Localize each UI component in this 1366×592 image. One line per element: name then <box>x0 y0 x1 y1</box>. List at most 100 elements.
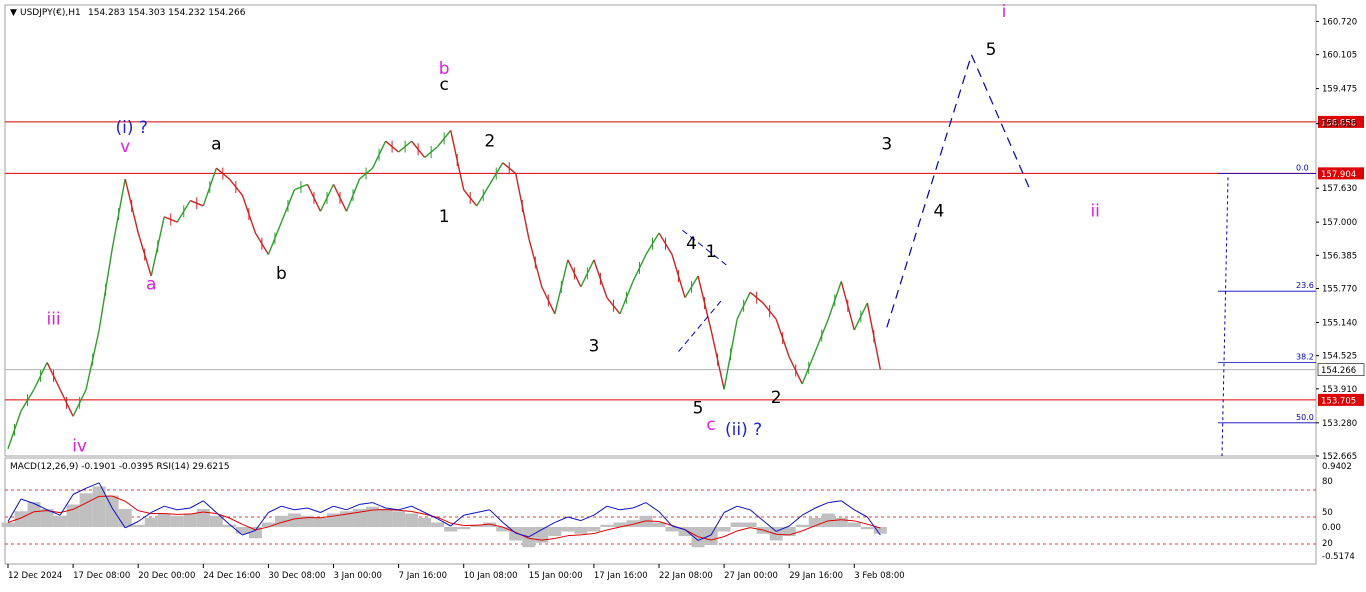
chart-canvas[interactable]: ▼ USDJPY(€),H1 154.283 154.303 154.232 1… <box>0 0 1366 588</box>
price-axis-label: 156.385 <box>1322 251 1357 261</box>
wave-label: b <box>276 264 287 284</box>
macd-histogram-bar <box>587 527 600 532</box>
time-axis-label: 22 Jan 08:00 <box>659 571 713 581</box>
chart-background <box>0 0 1366 588</box>
price-axis-label: 157.630 <box>1322 184 1357 194</box>
time-axis-label: 27 Jan 00:00 <box>724 571 778 581</box>
time-axis-label: 15 Jan 00:00 <box>529 571 583 581</box>
macd-histogram-bar <box>80 493 93 527</box>
macd-histogram-bar <box>158 514 171 528</box>
macd-histogram-bar <box>796 525 809 527</box>
macd-histogram-bar <box>744 523 757 528</box>
time-axis-label: 3 Feb 08:00 <box>854 571 904 581</box>
wave-label: c <box>439 75 448 95</box>
macd-histogram-bar <box>431 523 444 528</box>
wave-label: 1 <box>439 207 450 227</box>
macd-histogram-bar <box>210 516 223 527</box>
fib-level-label: 50.0 <box>1296 413 1314 422</box>
macd-histogram-bar <box>262 523 275 528</box>
time-axis-label: 20 Dec 00:00 <box>138 571 195 581</box>
macd-histogram-bar <box>705 527 718 545</box>
fib-level-label: 0.0 <box>1296 163 1309 172</box>
fib-level-label: 23.6 <box>1296 281 1314 290</box>
level-price-label: 153.705 <box>1321 396 1356 406</box>
macd-histogram-bar <box>731 523 744 528</box>
macd-histogram-bar <box>197 509 210 527</box>
macd-histogram-bar <box>522 527 535 547</box>
time-axis-label: 10 Jan 08:00 <box>464 571 518 581</box>
chart-window[interactable]: ▼ USDJPY(€),H1 154.283 154.303 154.232 1… <box>0 0 1366 588</box>
macd-histogram-bar <box>861 527 874 529</box>
wave-label: 5 <box>693 399 704 419</box>
wave-label: c <box>706 415 715 435</box>
wave-label: 5 <box>986 40 997 60</box>
wave-label: ii <box>1090 202 1099 222</box>
wave-label: iii <box>46 310 60 330</box>
level-price-label: 157.904 <box>1321 170 1356 180</box>
macd-histogram-bar <box>67 505 80 528</box>
time-axis-label: 29 Jan 16:00 <box>789 571 843 581</box>
macd-histogram-bar <box>574 527 587 534</box>
macd-signal-segment <box>646 521 659 522</box>
macd-histogram-bar <box>444 527 457 532</box>
indicator-axis-label: 0.00 <box>1322 523 1341 533</box>
time-axis-label: 3 Jan 00:00 <box>334 571 382 581</box>
wave-label: a <box>211 134 221 154</box>
price-axis-label: 157.000 <box>1322 218 1357 228</box>
wave-label: i <box>1002 2 1007 22</box>
macd-histogram-bar <box>835 518 848 527</box>
time-axis-label: 7 Jan 16:00 <box>399 571 447 581</box>
macd-histogram-bar <box>119 509 132 527</box>
price-axis-label: 153.910 <box>1322 385 1357 395</box>
macd-histogram-bar <box>405 514 418 528</box>
chart-ohlc: 154.283 154.303 154.232 154.266 <box>88 8 246 18</box>
indicator-axis-label: 0.9402 <box>1322 462 1352 472</box>
macd-histogram-bar <box>718 527 731 532</box>
price-axis-label: 155.140 <box>1322 318 1357 328</box>
macd-histogram-bar <box>561 527 574 532</box>
chart-header-arrow[interactable]: ▼ <box>10 8 17 18</box>
macd-histogram-bar <box>223 525 236 527</box>
price-axis-label: 158.825 <box>1322 120 1357 130</box>
time-axis-label: 12 Dec 2024 <box>8 571 62 581</box>
price-axis-label: 159.475 <box>1322 85 1357 95</box>
wave-label: 2 <box>484 132 495 152</box>
macd-histogram-bar <box>848 523 861 528</box>
macd-histogram-bar <box>314 518 327 527</box>
price-axis-label: 160.105 <box>1322 51 1357 61</box>
time-axis-label: 17 Dec 08:00 <box>73 571 130 581</box>
time-axis-label: 30 Dec 08:00 <box>268 571 325 581</box>
wave-label: (i) ? <box>115 118 147 138</box>
price-axis-label: 155.770 <box>1322 284 1357 294</box>
macd-signal-segment <box>776 534 789 535</box>
price-axis-label: 152.665 <box>1322 452 1357 462</box>
level-price-label: 154.266 <box>1321 366 1356 376</box>
indicator-axis-label: 20 <box>1322 539 1333 549</box>
indicator-axis-label: 50 <box>1322 508 1333 518</box>
time-axis-label: 17 Jan 16:00 <box>594 571 648 581</box>
wave-label: 3 <box>588 337 599 357</box>
macd-histogram-bar <box>548 527 561 536</box>
wave-label: 4 <box>686 234 697 254</box>
price-axis-label: 153.280 <box>1322 419 1357 429</box>
wave-label: a <box>146 275 156 295</box>
wave-label: iv <box>72 436 87 456</box>
price-axis-label: 154.525 <box>1322 352 1357 362</box>
macd-histogram-bar <box>379 509 392 527</box>
wave-label: 2 <box>771 388 782 408</box>
wave-label: 4 <box>934 202 945 222</box>
fib-level-label: 38.2 <box>1296 352 1314 361</box>
wave-label: (ii) ? <box>725 420 762 440</box>
macd-histogram-bar <box>236 527 249 534</box>
indicator-axis-label: 80 <box>1322 477 1333 487</box>
macd-histogram-bar <box>2 523 15 528</box>
macd-histogram-bar <box>392 511 405 527</box>
wave-label: 3 <box>881 134 892 154</box>
indicator-axis-label: -0.5174 <box>1322 552 1355 562</box>
price-axis-label: 160.720 <box>1322 17 1357 27</box>
chart-symbol: USDJPY(€),H1 <box>20 8 81 18</box>
macd-histogram-bar <box>132 525 145 527</box>
macd-histogram-bar <box>418 518 431 527</box>
wave-label: 1 <box>706 242 717 262</box>
macd-histogram-bar <box>600 525 613 527</box>
